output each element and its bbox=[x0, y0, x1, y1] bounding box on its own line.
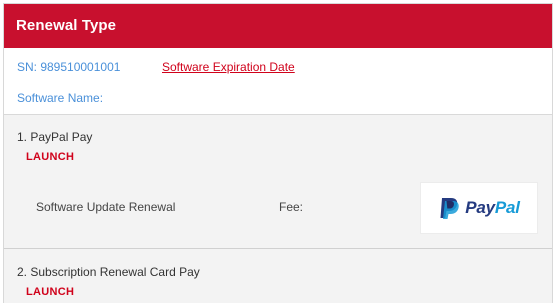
software-update-renewal-label: Software Update Renewal bbox=[36, 200, 176, 214]
payment-option-renewal-card[interactable]: 2. Subscription Renewal Card Pay LAUNCH bbox=[4, 249, 552, 303]
paypal-pay-button[interactable]: PayPal bbox=[420, 182, 538, 234]
launch-brand-label: LAUNCH bbox=[26, 286, 75, 298]
payment-option-title: 2. Subscription Renewal Card Pay bbox=[17, 265, 200, 279]
software-name-label: Software Name: bbox=[17, 91, 104, 105]
launch-brand-label: LAUNCH bbox=[26, 151, 75, 163]
fee-label: Fee: bbox=[279, 200, 304, 214]
serial-number: SN: 989510001001 bbox=[17, 60, 121, 74]
dialog-title: Renewal Type bbox=[16, 17, 117, 34]
payment-option-title: 1. PayPal Pay bbox=[17, 130, 93, 144]
paypal-wordmark: PayPal bbox=[465, 198, 520, 217]
payment-option-paypal: 1. PayPal Pay LAUNCH Software Update Ren… bbox=[4, 115, 552, 248]
software-expiration-date-link[interactable]: Software Expiration Date bbox=[162, 60, 295, 74]
paypal-logo-icon bbox=[440, 198, 459, 219]
renewal-type-dialog: Renewal Type SN: 989510001001 Software E… bbox=[3, 3, 553, 303]
software-info-panel: SN: 989510001001 Software Expiration Dat… bbox=[4, 48, 552, 114]
dialog-header: Renewal Type bbox=[4, 4, 552, 48]
